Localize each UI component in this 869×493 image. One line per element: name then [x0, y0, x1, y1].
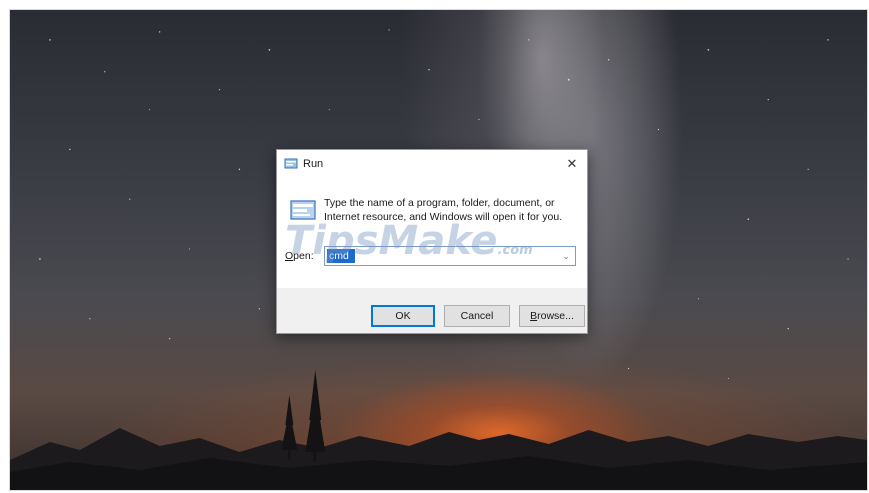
- ok-button[interactable]: OK: [371, 305, 435, 327]
- close-button[interactable]: ✕: [557, 150, 587, 178]
- run-program-icon: [290, 200, 316, 220]
- open-label: Open:: [285, 250, 314, 262]
- dialog-title: Run: [303, 158, 324, 170]
- open-input[interactable]: [327, 249, 355, 263]
- close-icon: ✕: [566, 156, 578, 171]
- dialog-titlebar[interactable]: Run ✕: [277, 150, 587, 178]
- mountain-silhouette: [10, 370, 867, 490]
- cancel-button-label: Cancel: [460, 310, 494, 322]
- cancel-button[interactable]: Cancel: [444, 305, 510, 327]
- chevron-down-icon[interactable]: ⌄: [559, 249, 573, 263]
- dialog-body: Type the name of a program, folder, docu…: [277, 178, 587, 288]
- browse-button-label: rowse...: [537, 310, 574, 322]
- open-combobox[interactable]: ⌄: [324, 246, 576, 266]
- run-dialog: Run ✕ Type the name of a program, folder…: [276, 149, 588, 334]
- browse-button-accelerator: B: [530, 310, 538, 322]
- dialog-description: Type the name of a program, folder, docu…: [324, 197, 563, 223]
- browse-button[interactable]: Browse...: [519, 305, 585, 327]
- run-icon: [284, 158, 298, 169]
- open-label-accelerator: O: [285, 250, 294, 262]
- open-label-rest: pen:: [293, 250, 314, 262]
- ok-button-label: OK: [395, 310, 411, 322]
